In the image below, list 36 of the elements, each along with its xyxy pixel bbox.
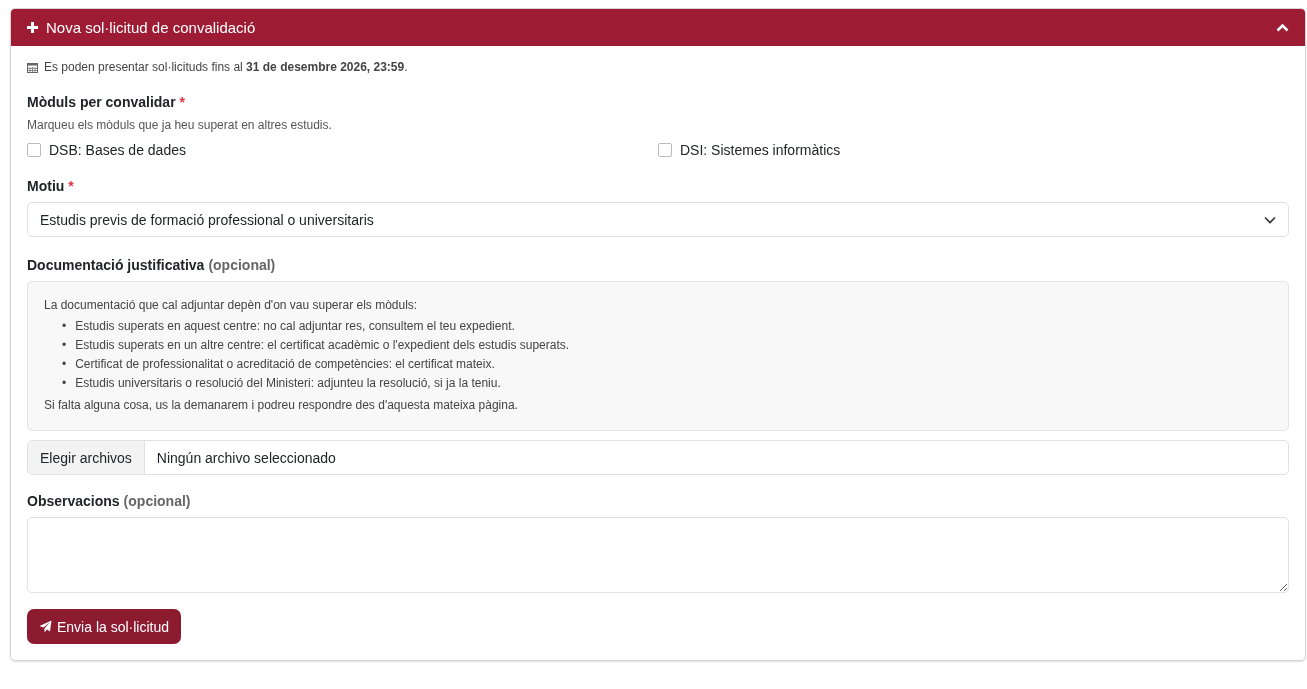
bullet: •: [62, 318, 67, 335]
bullet: •: [62, 337, 67, 354]
info-text: La documentació que cal adjuntar depèn d'on vau superar els mòduls:: [44, 298, 419, 312]
choose-files-button[interactable]: Elegir archivos: [28, 441, 145, 474]
file-status: Ningún archivo seleccionado: [155, 448, 336, 468]
list-item: Estudis superats en aquest centre: no cal adjuntar res, consultem el teu expedient.: [75, 318, 515, 335]
required-mark: *: [179, 94, 186, 110]
list-item: Certificat de professionalitat o acreditació de competències: el certificat mateix.: [75, 356, 495, 373]
notes-field[interactable]: [27, 517, 1289, 593]
checkbox-label: DSI: Sistemes informàtics: [680, 142, 841, 158]
reason-select[interactable]: Estudis previs de formació professional o universitaris: [27, 202, 1289, 237]
hint-text: Marqueu els mòduls que ja heu superat en altres estudis.: [27, 118, 333, 132]
bullet: •: [62, 356, 67, 373]
required-mark: *: [68, 178, 74, 194]
calendar-icon: [27, 61, 38, 73]
field-label: Documentació justificativa: [27, 257, 205, 273]
checkbox[interactable]: [658, 143, 672, 157]
card-title: Nova sol·licitud de convalidació: [46, 19, 257, 36]
list-item: Estudis superats en un altre centre: el certificat acadèmic o l'expedient dels estudis superats.: [75, 337, 570, 354]
plus-icon: [27, 22, 38, 33]
paper-plane-icon: [39, 620, 52, 633]
file-input[interactable]: Elegir archivos Ningún archivo seleccionado: [27, 440, 1289, 475]
checkbox-label: DSB: Bases de dades: [49, 142, 186, 158]
chevron-up-icon[interactable]: [1276, 23, 1289, 32]
chevron-down-icon: [1264, 215, 1276, 224]
info-text: Si falta alguna cosa, us la demanarem i podreu respondre des d'aquesta mateixa pàgina.: [44, 398, 519, 412]
deadline-text: Es poden presentar sol·licituds fins al 31 de desembre 2026, 23:59.: [44, 60, 408, 74]
optional-note: (opcional): [123, 493, 191, 509]
bullet: •: [62, 375, 67, 392]
list-item: Estudis universitaris o resolució del Ministeri: adjunteu la resolució, si ja la teniu.: [75, 375, 501, 392]
checkbox[interactable]: [27, 143, 41, 157]
field-label: Motiu: [27, 178, 65, 194]
field-label: Observacions: [27, 493, 120, 509]
optional-note: (opcional): [208, 257, 276, 273]
field-label: Mòduls per convalidar: [27, 94, 176, 110]
submit-button[interactable]: Envia la sol·licitud: [27, 609, 182, 644]
